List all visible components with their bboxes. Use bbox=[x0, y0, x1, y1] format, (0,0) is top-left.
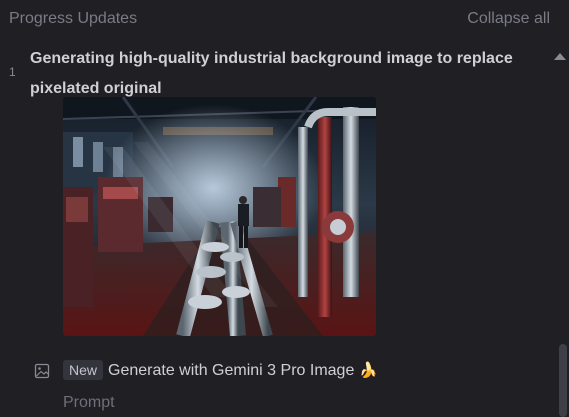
step-number: 1 bbox=[9, 65, 16, 79]
collapse-all-button[interactable]: Collapse all bbox=[467, 10, 550, 28]
new-badge: New bbox=[63, 360, 104, 380]
progress-header: Progress Updates Collapse all bbox=[0, 0, 569, 40]
step-title[interactable]: Generating high-quality industrial backg… bbox=[30, 44, 550, 104]
scrollbar-thumb[interactable] bbox=[559, 344, 567, 417]
banana-icon: 🍌 bbox=[359, 362, 379, 379]
generated-image[interactable] bbox=[63, 97, 376, 336]
image-icon bbox=[34, 363, 50, 379]
factory-scene bbox=[63, 97, 376, 336]
prompt-label[interactable]: Prompt bbox=[63, 394, 115, 412]
tool-label-text: Generate with Gemini 3 Pro Image bbox=[108, 362, 355, 379]
generate-with-gemini-label[interactable]: Generate with Gemini 3 Pro Image 🍌 bbox=[108, 361, 378, 380]
generate-image-row[interactable]: New Generate with Gemini 3 Pro Image 🍌 bbox=[34, 359, 534, 385]
chevron-up-icon[interactable] bbox=[553, 50, 567, 62]
panel-title: Progress Updates bbox=[9, 10, 138, 27]
